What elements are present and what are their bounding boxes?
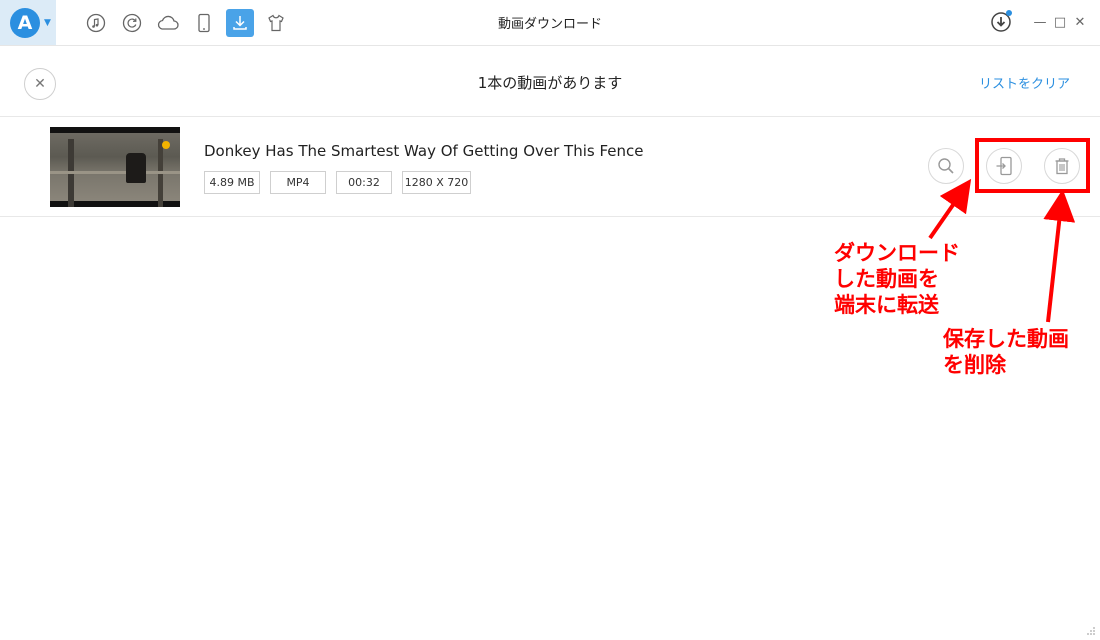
- annotation-transfer-text: ダウンロード した動画を 端末に転送: [834, 240, 960, 318]
- video-count-title: 1本の動画があります: [477, 74, 623, 92]
- notification-dot: [1006, 10, 1012, 16]
- maximize-button[interactable]: □: [1050, 11, 1070, 33]
- close-window-button[interactable]: ✕: [1070, 11, 1090, 33]
- preview-button[interactable]: [928, 148, 964, 184]
- annotation-line: 端末に転送: [834, 293, 939, 317]
- resolution-badge: 1280 X 720: [402, 171, 471, 194]
- window-title: 動画ダウンロード: [497, 17, 602, 32]
- resize-grip[interactable]: [1086, 626, 1096, 636]
- video-thumbnail[interactable]: [50, 127, 180, 207]
- file-size-badge: 4.89 MB: [204, 171, 260, 194]
- thumbnail-scene: [50, 133, 180, 207]
- annotation-line: ダウンロード: [834, 241, 960, 265]
- thumbnail-donkey: [126, 153, 146, 183]
- annotation-line: 保存した動画: [943, 327, 1069, 351]
- thumbnail-logo: [162, 141, 170, 149]
- annotation-line: を削除: [943, 353, 1006, 377]
- annotation-line: した動画を: [834, 267, 939, 291]
- duration-badge: 00:32: [336, 171, 392, 194]
- search-icon: [938, 158, 954, 174]
- title-bar: A ▼ 動画ダウンロード — □ ✕: [0, 0, 1100, 46]
- annotation-delete-text: 保存した動画 を削除: [943, 326, 1069, 378]
- list-header: ✕ 1本の動画があります リストをクリア: [0, 46, 1100, 117]
- video-title: Donkey Has The Smartest Way Of Getting O…: [204, 142, 644, 160]
- arrow-to-delete: [1043, 189, 1076, 323]
- format-badge: MP4: [270, 171, 326, 194]
- annotation-highlight-box: [975, 138, 1090, 193]
- clear-list-link[interactable]: リストをクリア: [979, 73, 1070, 92]
- thumbnail-fence: [50, 171, 180, 174]
- minimize-button[interactable]: —: [1030, 11, 1050, 33]
- list-item: Donkey Has The Smartest Way Of Getting O…: [0, 117, 1100, 217]
